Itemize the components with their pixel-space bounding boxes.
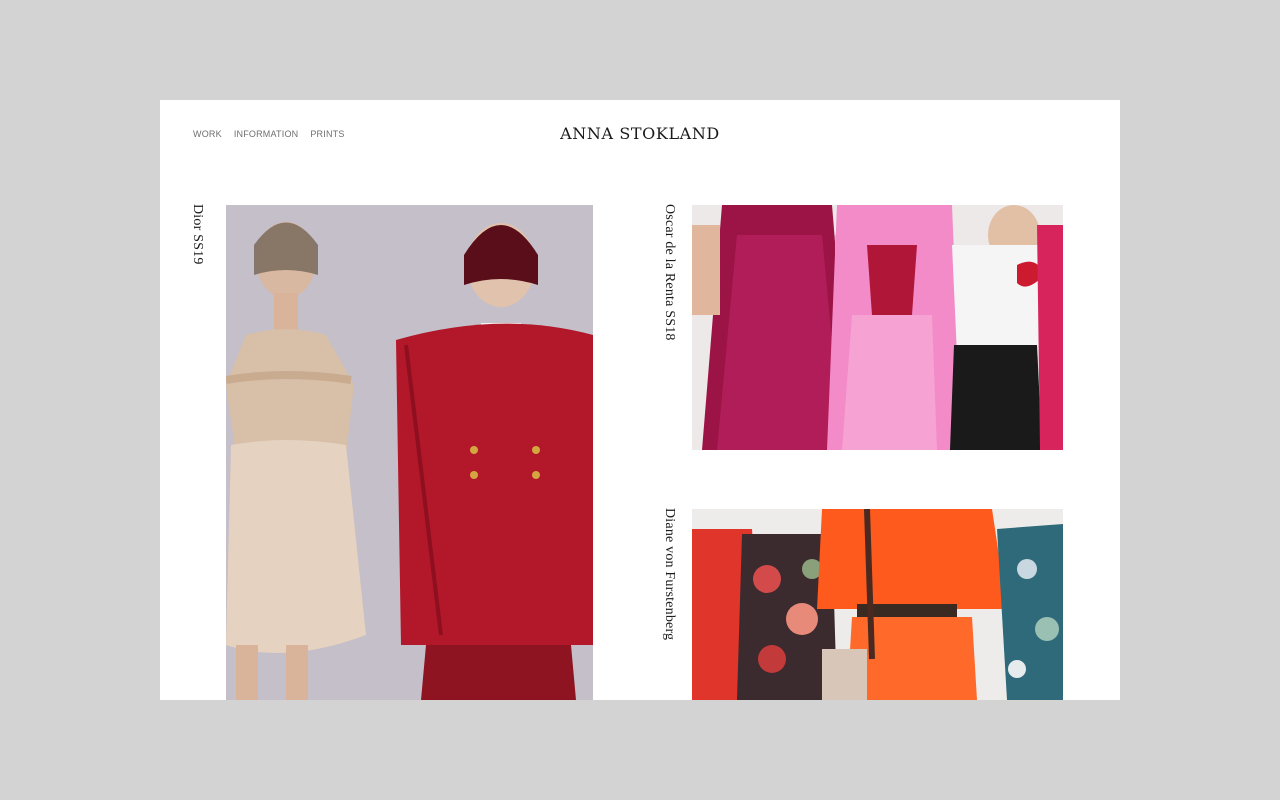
project-image-oscar-de-la-renta[interactable] bbox=[692, 205, 1063, 450]
site-title[interactable]: ANNA STOKLAND bbox=[160, 124, 1120, 143]
page: WORK INFORMATION PRINTS ANNA STOKLAND Di… bbox=[160, 100, 1120, 700]
oscar-photo-illustration bbox=[692, 205, 1063, 450]
project-title-diane-von-furstenberg[interactable]: Diane von Furstenberg bbox=[661, 508, 677, 640]
project-image-dior[interactable] bbox=[226, 205, 593, 700]
dior-photo-illustration bbox=[226, 205, 593, 700]
project-title-dior[interactable]: Dior SS19 bbox=[189, 204, 205, 265]
dvf-photo-illustration bbox=[692, 509, 1063, 700]
project-image-diane-von-furstenberg[interactable] bbox=[692, 509, 1063, 700]
project-title-oscar-de-la-renta[interactable]: Oscar de la Renta SS18 bbox=[661, 204, 677, 341]
